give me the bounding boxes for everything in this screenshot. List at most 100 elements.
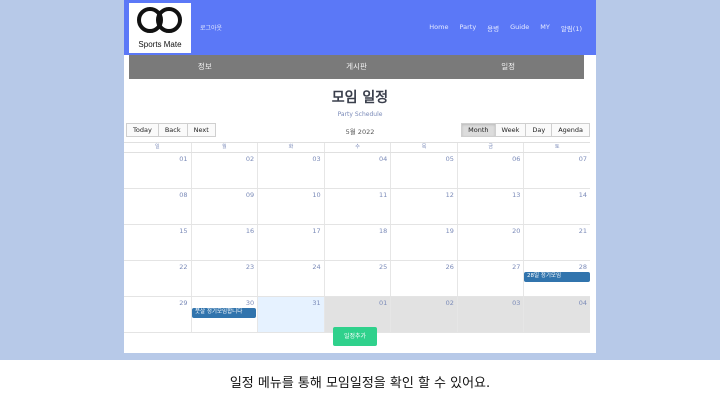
app-page: Sports Mate 로그아웃 Home Party 용병 Guide MY …: [124, 0, 596, 353]
day-cell-other-month[interactable]: 04: [523, 297, 590, 332]
nav-home[interactable]: Home: [429, 23, 448, 33]
day-number: 07: [578, 155, 587, 163]
day-number: 19: [445, 227, 454, 235]
day-cell[interactable]: 11: [323, 189, 391, 224]
nav-mercenary[interactable]: 용병: [487, 23, 499, 33]
day-cell[interactable]: 26: [390, 261, 457, 296]
back-button[interactable]: Back: [158, 123, 188, 137]
view-day-button[interactable]: Day: [526, 123, 553, 137]
day-number: 06: [512, 155, 521, 163]
day-number: 24: [312, 263, 321, 271]
day-number: 22: [179, 263, 188, 271]
day-cell[interactable]: 03: [257, 153, 324, 188]
subnav-board[interactable]: 게시판: [281, 55, 433, 79]
page-title: 모임 일정: [331, 90, 389, 106]
day-cell[interactable]: 12: [390, 189, 457, 224]
day-cell[interactable]: 20: [456, 225, 524, 260]
day-cell[interactable]: 22: [124, 261, 191, 296]
calendar-week: 01 02 03 04 05 06 07: [124, 153, 590, 189]
site-header: Sports Mate 로그아웃 Home Party 용병 Guide MY …: [124, 0, 596, 55]
nav-party[interactable]: Party: [459, 23, 476, 33]
logo-text: Sports Mate: [138, 40, 182, 49]
day-cell[interactable]: 07: [523, 153, 590, 188]
day-cell-other-month[interactable]: 03: [456, 297, 524, 332]
day-cell[interactable]: 29: [124, 297, 191, 332]
view-week-button[interactable]: Week: [495, 123, 527, 137]
day-cell[interactable]: 18: [323, 225, 391, 260]
day-number: 01: [379, 299, 388, 307]
logo[interactable]: Sports Mate: [129, 3, 191, 53]
day-number: 08: [179, 191, 188, 199]
day-number: 26: [445, 263, 454, 271]
page-subtitle: Party Schedule: [337, 111, 383, 118]
day-cell[interactable]: 27: [456, 261, 524, 296]
day-cell[interactable]: 05: [390, 153, 457, 188]
next-button[interactable]: Next: [187, 123, 216, 137]
day-cell[interactable]: 15: [124, 225, 191, 260]
day-number: 27: [512, 263, 521, 271]
caption-text: 일정 메뉴를 통해 모임일정을 확인 할 수 있어요.: [229, 376, 491, 391]
day-number: 28: [578, 263, 587, 271]
view-agenda-button[interactable]: Agenda: [552, 123, 590, 137]
day-number: 09: [245, 191, 255, 199]
day-cell[interactable]: 21: [523, 225, 590, 260]
day-cell[interactable]: 14: [523, 189, 590, 224]
day-number: 04: [578, 299, 587, 307]
day-number: 30: [245, 299, 255, 307]
day-cell[interactable]: 25: [323, 261, 391, 296]
weekday-label: 금: [456, 143, 524, 152]
day-cell-other-month[interactable]: 02: [390, 297, 457, 332]
day-cell[interactable]: 01: [124, 153, 191, 188]
calendar-week: 22 23 24 25 26 27 28 28일 정기모임: [124, 261, 590, 297]
logo-rings-icon: [137, 7, 182, 33]
calendar-event[interactable]: 28일 정기모임: [524, 272, 590, 282]
calendar-event[interactable]: 풋살 정기모임합니다: [192, 308, 256, 318]
weekday-label: 목: [390, 143, 457, 152]
logout-link[interactable]: 로그아웃: [200, 23, 222, 32]
day-number: 31: [312, 299, 321, 307]
day-number: 23: [245, 263, 255, 271]
day-cell[interactable]: 16: [190, 225, 258, 260]
weekday-header: 일 월 화 수 목 금 토: [124, 142, 590, 153]
nav-notifications[interactable]: 알림(1): [561, 23, 582, 33]
day-cell[interactable]: 24: [257, 261, 324, 296]
day-cell[interactable]: 23: [190, 261, 258, 296]
weekday-label: 수: [323, 143, 391, 152]
add-schedule-button[interactable]: 일정추가: [333, 327, 377, 346]
day-number: 05: [445, 155, 454, 163]
day-number: 02: [245, 155, 255, 163]
day-number: 15: [179, 227, 188, 235]
day-number: 25: [379, 263, 388, 271]
nav-my[interactable]: MY: [540, 23, 550, 33]
day-cell[interactable]: 13: [456, 189, 524, 224]
day-number: 18: [379, 227, 388, 235]
day-number: 20: [512, 227, 521, 235]
day-number: 04: [379, 155, 388, 163]
calendar-view-group: Month Week Day Agenda: [461, 123, 590, 137]
day-cell[interactable]: 02: [190, 153, 258, 188]
day-cell-today[interactable]: 31: [257, 297, 324, 332]
day-number: 12: [445, 191, 454, 199]
day-number: 21: [578, 227, 587, 235]
weekday-label: 토: [523, 143, 590, 152]
subnav-info[interactable]: 정보: [129, 55, 281, 79]
party-subnav: 정보 게시판 일정: [129, 55, 584, 79]
day-number: 11: [379, 191, 388, 199]
day-number: 03: [312, 155, 321, 163]
view-month-button[interactable]: Month: [461, 123, 496, 137]
weekday-label: 월: [190, 143, 258, 152]
day-number: 03: [512, 299, 521, 307]
nav-guide[interactable]: Guide: [510, 23, 529, 33]
day-cell[interactable]: 19: [390, 225, 457, 260]
day-cell[interactable]: 09: [190, 189, 258, 224]
day-number: 10: [312, 191, 321, 199]
day-number: 29: [179, 299, 188, 307]
day-cell[interactable]: 06: [456, 153, 524, 188]
day-cell[interactable]: 17: [257, 225, 324, 260]
today-button[interactable]: Today: [126, 123, 159, 137]
subnav-schedule[interactable]: 일정: [432, 55, 584, 79]
weekday-label: 일: [154, 144, 160, 150]
day-cell[interactable]: 04: [323, 153, 391, 188]
day-cell[interactable]: 10: [257, 189, 324, 224]
day-cell[interactable]: 08: [124, 189, 191, 224]
